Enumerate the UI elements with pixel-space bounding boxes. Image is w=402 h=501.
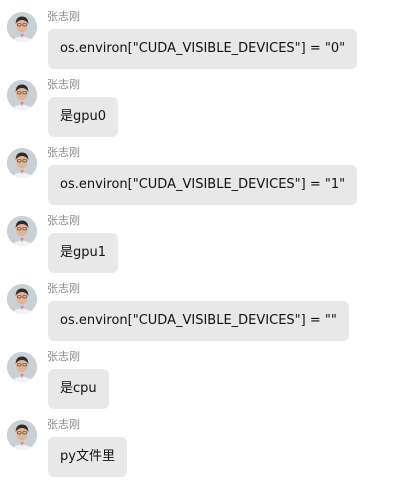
avatar[interactable] xyxy=(7,80,37,110)
message-bubble[interactable]: 是cpu xyxy=(48,369,109,409)
avatar[interactable] xyxy=(7,284,37,314)
avatar[interactable] xyxy=(7,352,37,382)
chat-message: 张志刚 是cpu xyxy=(0,340,402,409)
message-bubble[interactable]: os.environ["CUDA_VISIBLE_DEVICES"] = "0" xyxy=(48,29,358,69)
sender-name: 张志刚 xyxy=(47,146,80,159)
sender-name: 张志刚 xyxy=(47,10,80,23)
avatar[interactable] xyxy=(7,148,37,178)
message-bubble[interactable]: os.environ["CUDA_VISIBLE_DEVICES"] = "1" xyxy=(48,165,358,205)
chat-history: 张志刚 os.environ["CUDA_VISIBLE_DEVICES"] =… xyxy=(0,0,402,501)
message-bubble[interactable]: os.environ["CUDA_VISIBLE_DEVICES"] = "" xyxy=(48,301,349,341)
sender-name: 张志刚 xyxy=(47,350,80,363)
message-bubble[interactable]: py文件里 xyxy=(48,437,127,477)
sender-name: 张志刚 xyxy=(47,214,80,227)
avatar[interactable] xyxy=(7,12,37,42)
message-bubble[interactable]: 是gpu0 xyxy=(48,97,119,137)
message-bubble[interactable]: 是gpu1 xyxy=(48,233,119,273)
chat-message: 张志刚 os.environ["CUDA_VISIBLE_DEVICES"] =… xyxy=(0,136,402,205)
sender-name: 张志刚 xyxy=(47,282,80,295)
sender-name: 张志刚 xyxy=(47,418,80,431)
sender-name: 张志刚 xyxy=(47,78,80,91)
chat-message: 张志刚 是gpu1 xyxy=(0,204,402,273)
avatar[interactable] xyxy=(7,216,37,246)
chat-message: 张志刚 os.environ["CUDA_VISIBLE_DEVICES"] =… xyxy=(0,272,402,341)
chat-message: 张志刚 py文件里 xyxy=(0,408,402,477)
chat-message: 张志刚 os.environ["CUDA_VISIBLE_DEVICES"] =… xyxy=(0,0,402,69)
chat-message: 张志刚 是gpu0 xyxy=(0,68,402,137)
avatar[interactable] xyxy=(7,420,37,450)
